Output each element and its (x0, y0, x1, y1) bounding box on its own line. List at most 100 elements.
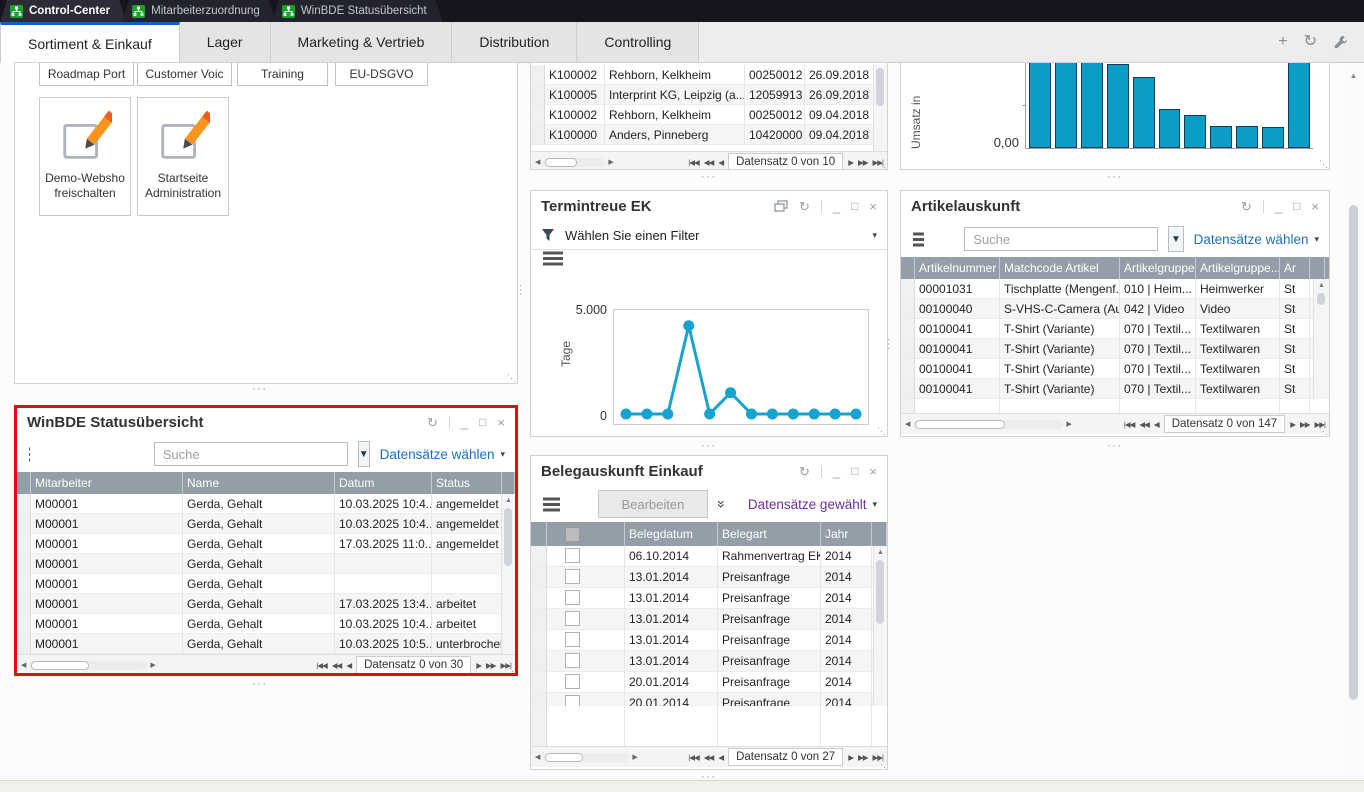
table-row[interactable]: 00100041T-Shirt (Variante)070 | Textil..… (901, 339, 1329, 359)
popout-icon[interactable] (774, 200, 788, 212)
next-record-button[interactable]: ▶ (848, 753, 853, 762)
records-select-link[interactable]: Datensätze wählen▾ (1194, 232, 1319, 247)
row-checkbox-cell[interactable] (547, 546, 625, 567)
search-input[interactable] (154, 442, 348, 466)
tile-demo-webshop[interactable]: Demo-Websho freischalten (39, 97, 131, 216)
column-header[interactable]: Mitarbeiter (31, 472, 183, 494)
select-all-cell[interactable] (547, 522, 625, 546)
maximize-icon[interactable]: □ (851, 200, 858, 212)
tile-startseite-administration[interactable]: Startseite Administration (137, 97, 229, 216)
panel-splitter-handle[interactable]: ··· (252, 681, 268, 687)
maximize-icon[interactable]: □ (851, 465, 858, 477)
first-record-button[interactable]: |◀◀ (316, 661, 326, 670)
row-checkbox-cell[interactable] (547, 567, 625, 588)
table-row[interactable]: M00001Gerda, Gehalt10.03.2025 10:4...ang… (17, 494, 515, 514)
row-checkbox-cell[interactable] (547, 630, 625, 651)
scroll-right-icon[interactable]: ▶ (150, 661, 155, 669)
column-header[interactable]: Artikelgruppe... (1196, 257, 1280, 279)
table-row[interactable]: 00100041T-Shirt (Variante)070 | Textil..… (901, 319, 1329, 339)
prev-record-button[interactable]: ◀ (718, 753, 723, 762)
minimize-icon[interactable]: _ (833, 465, 840, 478)
table-row[interactable]: 20.01.2014Preisanfrage2014 (531, 672, 887, 693)
scroll-right-icon[interactable]: ▶ (632, 753, 637, 761)
horizontal-scrollbar[interactable] (543, 158, 605, 167)
table-row[interactable]: 13.01.2014Preisanfrage2014 (531, 588, 887, 609)
table-row[interactable]: 00100041T-Shirt (Variante)070 | Textil..… (901, 359, 1329, 379)
refresh-icon[interactable]: ↻ (1304, 34, 1317, 50)
scroll-up-icon[interactable]: ▲ (1346, 64, 1361, 80)
tab-distribution[interactable]: Distribution (452, 22, 577, 62)
module-button-training[interactable]: Training (237, 62, 328, 86)
column-header[interactable]: Datum (335, 472, 432, 494)
scroll-up-icon[interactable]: ▲ (502, 494, 515, 504)
row-selector[interactable] (17, 614, 31, 634)
maximize-icon[interactable]: □ (1293, 200, 1300, 212)
resize-grip[interactable]: ⋱ (507, 373, 516, 384)
row-selector[interactable] (17, 634, 31, 654)
double-chevron-down-icon[interactable]: » (714, 500, 730, 508)
tab-marketing-vertrieb[interactable]: Marketing & Vertrieb (271, 22, 453, 62)
row-selector[interactable] (531, 65, 545, 85)
table-row[interactable]: 00100041T-Shirt (Variante)070 | Textil..… (901, 379, 1329, 399)
row-selector[interactable] (901, 359, 915, 379)
scroll-up-icon[interactable]: ▲ (1314, 279, 1329, 289)
window-tab-winbde[interactable]: WinBDE Statusübersicht (272, 0, 443, 22)
row-selector[interactable] (901, 379, 915, 399)
table-vertical-scrollbar[interactable]: ▲ (1313, 279, 1329, 399)
window-tab-control-center[interactable]: Control-Center (0, 0, 126, 22)
tab-controlling[interactable]: Controlling (577, 22, 699, 62)
column-header[interactable]: Belegart (718, 522, 821, 546)
filter-select-row[interactable]: Wählen Sie einen Filter ▾ (531, 221, 887, 250)
column-header[interactable]: Ar (1280, 257, 1310, 279)
prev-record-button[interactable]: ◀ (346, 661, 351, 670)
prev-page-button[interactable]: ◀◀ (704, 158, 714, 167)
row-checkbox[interactable] (565, 632, 580, 647)
scroll-right-icon[interactable]: ▶ (1066, 420, 1071, 428)
row-checkbox[interactable] (565, 653, 580, 668)
panel-splitter-handle[interactable]: ··· (1107, 443, 1123, 449)
table-row[interactable]: M00001Gerda, Gehalt10.03.2025 10:4...ang… (17, 514, 515, 534)
refresh-icon[interactable]: ↻ (799, 200, 810, 213)
next-page-button[interactable]: ▶▶ (486, 661, 496, 670)
first-record-button[interactable]: |◀◀ (1124, 420, 1134, 429)
scroll-right-icon[interactable]: ▶ (608, 158, 613, 166)
module-button-customer-voice[interactable]: Customer Voic (137, 62, 232, 86)
menu-icon[interactable] (29, 453, 30, 456)
column-header[interactable]: Artikelnummer (915, 257, 1000, 279)
row-selector[interactable] (17, 554, 31, 574)
row-selector[interactable] (531, 85, 545, 105)
column-splitter-handle[interactable]: ··· (515, 284, 526, 297)
row-checkbox[interactable] (565, 590, 580, 605)
row-selector[interactable] (17, 594, 31, 614)
row-checkbox[interactable] (565, 548, 580, 563)
row-selector[interactable] (531, 609, 547, 630)
table-row[interactable]: K100002Rehborn, Kelkheim0025001226.09.20… (531, 65, 887, 85)
edit-button[interactable]: Bearbeiten (598, 490, 708, 518)
table-row[interactable]: 06.10.2014Rahmenvertrag EK2014 (531, 546, 887, 567)
maximize-icon[interactable]: □ (479, 416, 486, 428)
close-icon[interactable]: × (497, 416, 505, 429)
row-checkbox[interactable] (565, 695, 580, 706)
row-selector[interactable] (531, 651, 547, 672)
row-selector[interactable] (17, 534, 31, 554)
column-header[interactable]: Jahr (821, 522, 872, 546)
search-input[interactable] (964, 227, 1158, 251)
resize-grip[interactable]: ⋱ (505, 663, 514, 674)
refresh-icon[interactable]: ↻ (799, 465, 810, 478)
filter-dropdown-button[interactable]: ▼ (1168, 226, 1183, 252)
select-all-checkbox[interactable] (565, 527, 580, 542)
table-row[interactable]: M00001Gerda, Gehalt (17, 574, 515, 594)
minimize-icon[interactable]: _ (461, 416, 468, 429)
column-header[interactable]: Artikelgruppe (1120, 257, 1196, 279)
table-row[interactable]: K100005Interprint KG, Leipzig (a...12059… (531, 85, 887, 105)
row-selector[interactable] (17, 494, 31, 514)
row-checkbox-cell[interactable] (547, 588, 625, 609)
minimize-icon[interactable]: _ (1275, 200, 1282, 213)
column-header[interactable]: Matchcode Artikel (1000, 257, 1120, 279)
resize-grip[interactable]: ⋱ (1319, 159, 1328, 170)
row-selector[interactable] (17, 574, 31, 594)
table-vertical-scrollbar[interactable]: ▲ (501, 494, 515, 654)
panel-splitter-handle[interactable]: ··· (1107, 174, 1123, 180)
column-header[interactable]: Status (432, 472, 502, 494)
tab-sortiment-einkauf[interactable]: Sortiment & Einkauf (0, 22, 180, 63)
